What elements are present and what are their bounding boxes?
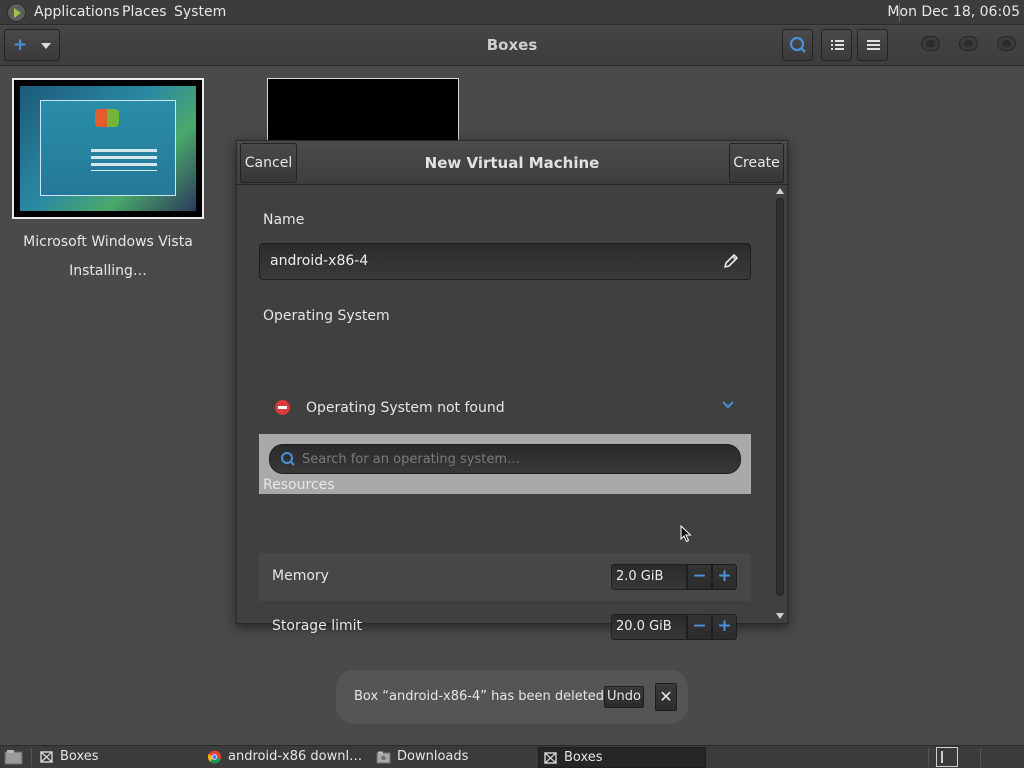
os-search-field[interactable] xyxy=(269,444,741,474)
storage-increase-button[interactable]: + xyxy=(712,614,737,640)
mate-logo-icon[interactable] xyxy=(7,3,26,22)
storage-row: Storage limit 20.0 GiB − + xyxy=(259,603,751,651)
vista-screen-preview xyxy=(20,86,196,211)
chrome-icon xyxy=(207,750,221,764)
os-status: Operating System not found xyxy=(306,400,505,416)
workspace-switcher[interactable] xyxy=(936,747,958,767)
box-thumbnail-android[interactable] xyxy=(267,78,459,141)
memory-label: Memory xyxy=(272,568,329,584)
menu-places[interactable]: Places xyxy=(122,4,167,20)
mouse-cursor-icon xyxy=(680,525,692,543)
bottom-taskbar: Boxes android-x86 downl… Downloads Boxes xyxy=(0,745,1024,768)
task-boxes-active[interactable]: Boxes xyxy=(538,747,706,768)
search-button[interactable] xyxy=(782,29,813,61)
app-menu-button[interactable] xyxy=(857,29,888,61)
os-selector[interactable]: Operating System not found xyxy=(259,388,751,428)
dialog-scrollbar[interactable] xyxy=(773,185,787,623)
dialog-header: Cancel New Virtual Machine Create xyxy=(237,141,787,185)
scroll-down-arrow-icon[interactable] xyxy=(776,613,784,619)
box-status: Installing… xyxy=(69,263,147,279)
close-window-button[interactable] xyxy=(997,36,1016,51)
name-value: android-x86-4 xyxy=(270,253,369,269)
create-button[interactable]: Create xyxy=(729,143,784,183)
memory-value[interactable]: 2.0 GiB xyxy=(611,564,687,590)
taskbar-separator xyxy=(980,748,981,767)
search-icon xyxy=(281,452,295,466)
box-name[interactable]: Microsoft Windows Vista xyxy=(0,234,216,250)
memory-increase-button[interactable]: + xyxy=(712,564,737,590)
boxes-app-icon xyxy=(40,751,53,763)
vista-installer-window xyxy=(40,100,176,196)
dialog-body: Name android-x86-4 Operating System Oper… xyxy=(237,186,787,640)
storage-stepper[interactable]: 20.0 GiB − + xyxy=(611,614,737,640)
name-label: Name xyxy=(263,212,305,228)
new-vm-dialog: Cancel New Virtual Machine Create Name a… xyxy=(236,140,788,640)
box-thumbnail-vista[interactable] xyxy=(12,78,204,219)
memory-row: Memory 2.0 GiB − + xyxy=(259,553,751,601)
task-label: Boxes xyxy=(564,750,603,765)
show-desktop-icon[interactable] xyxy=(4,749,24,765)
os-search-input[interactable] xyxy=(302,445,732,473)
task-label: Downloads xyxy=(397,749,469,764)
headerbar: + Boxes xyxy=(0,26,1024,66)
menu-applications[interactable]: Applications xyxy=(34,4,120,20)
top-panel: Applications Places System Mon Dec 18, 0… xyxy=(0,0,1024,25)
error-icon xyxy=(275,400,290,415)
task-label: android-x86 downl… xyxy=(228,749,363,764)
task-boxes[interactable]: Boxes xyxy=(35,747,197,768)
chevron-down-icon[interactable] xyxy=(721,398,735,412)
task-chrome[interactable]: android-x86 downl… xyxy=(203,747,368,768)
resources-label: Resources xyxy=(263,477,335,493)
scroll-up-arrow-icon[interactable] xyxy=(776,188,784,194)
memory-stepper[interactable]: 2.0 GiB − + xyxy=(611,564,737,590)
scroll-thumb[interactable] xyxy=(776,198,784,596)
os-label: Operating System xyxy=(263,308,390,324)
close-icon[interactable]: ✕ xyxy=(655,683,677,711)
storage-value[interactable]: 20.0 GiB xyxy=(611,614,687,640)
list-view-button[interactable] xyxy=(821,29,852,61)
storage-label: Storage limit xyxy=(272,618,363,634)
task-label: Boxes xyxy=(60,749,99,764)
boxes-app-icon xyxy=(544,752,557,764)
minimize-button[interactable] xyxy=(921,36,940,51)
dialog-title: New Virtual Machine xyxy=(424,154,600,172)
memory-decrease-button[interactable]: − xyxy=(687,564,712,590)
notification-message: Box “android-x86-4” has been deleted xyxy=(354,689,605,704)
storage-decrease-button[interactable]: − xyxy=(687,614,712,640)
taskbar-separator xyxy=(928,748,929,767)
folder-icon xyxy=(376,751,391,764)
maximize-button[interactable] xyxy=(959,36,978,51)
taskbar-separator xyxy=(31,748,32,767)
clock[interactable]: Mon Dec 18, 06:05 xyxy=(887,4,1020,20)
task-downloads[interactable]: Downloads xyxy=(372,747,534,768)
undo-button[interactable]: Undo xyxy=(604,686,644,708)
list-view-icon xyxy=(831,40,844,50)
pencil-icon[interactable] xyxy=(722,252,740,270)
deleted-notification: Box “android-x86-4” has been deleted Und… xyxy=(336,670,688,724)
name-field[interactable]: android-x86-4 xyxy=(259,243,751,280)
search-icon xyxy=(789,36,806,53)
hamburger-icon xyxy=(867,40,880,50)
menu-system[interactable]: System xyxy=(174,4,226,20)
